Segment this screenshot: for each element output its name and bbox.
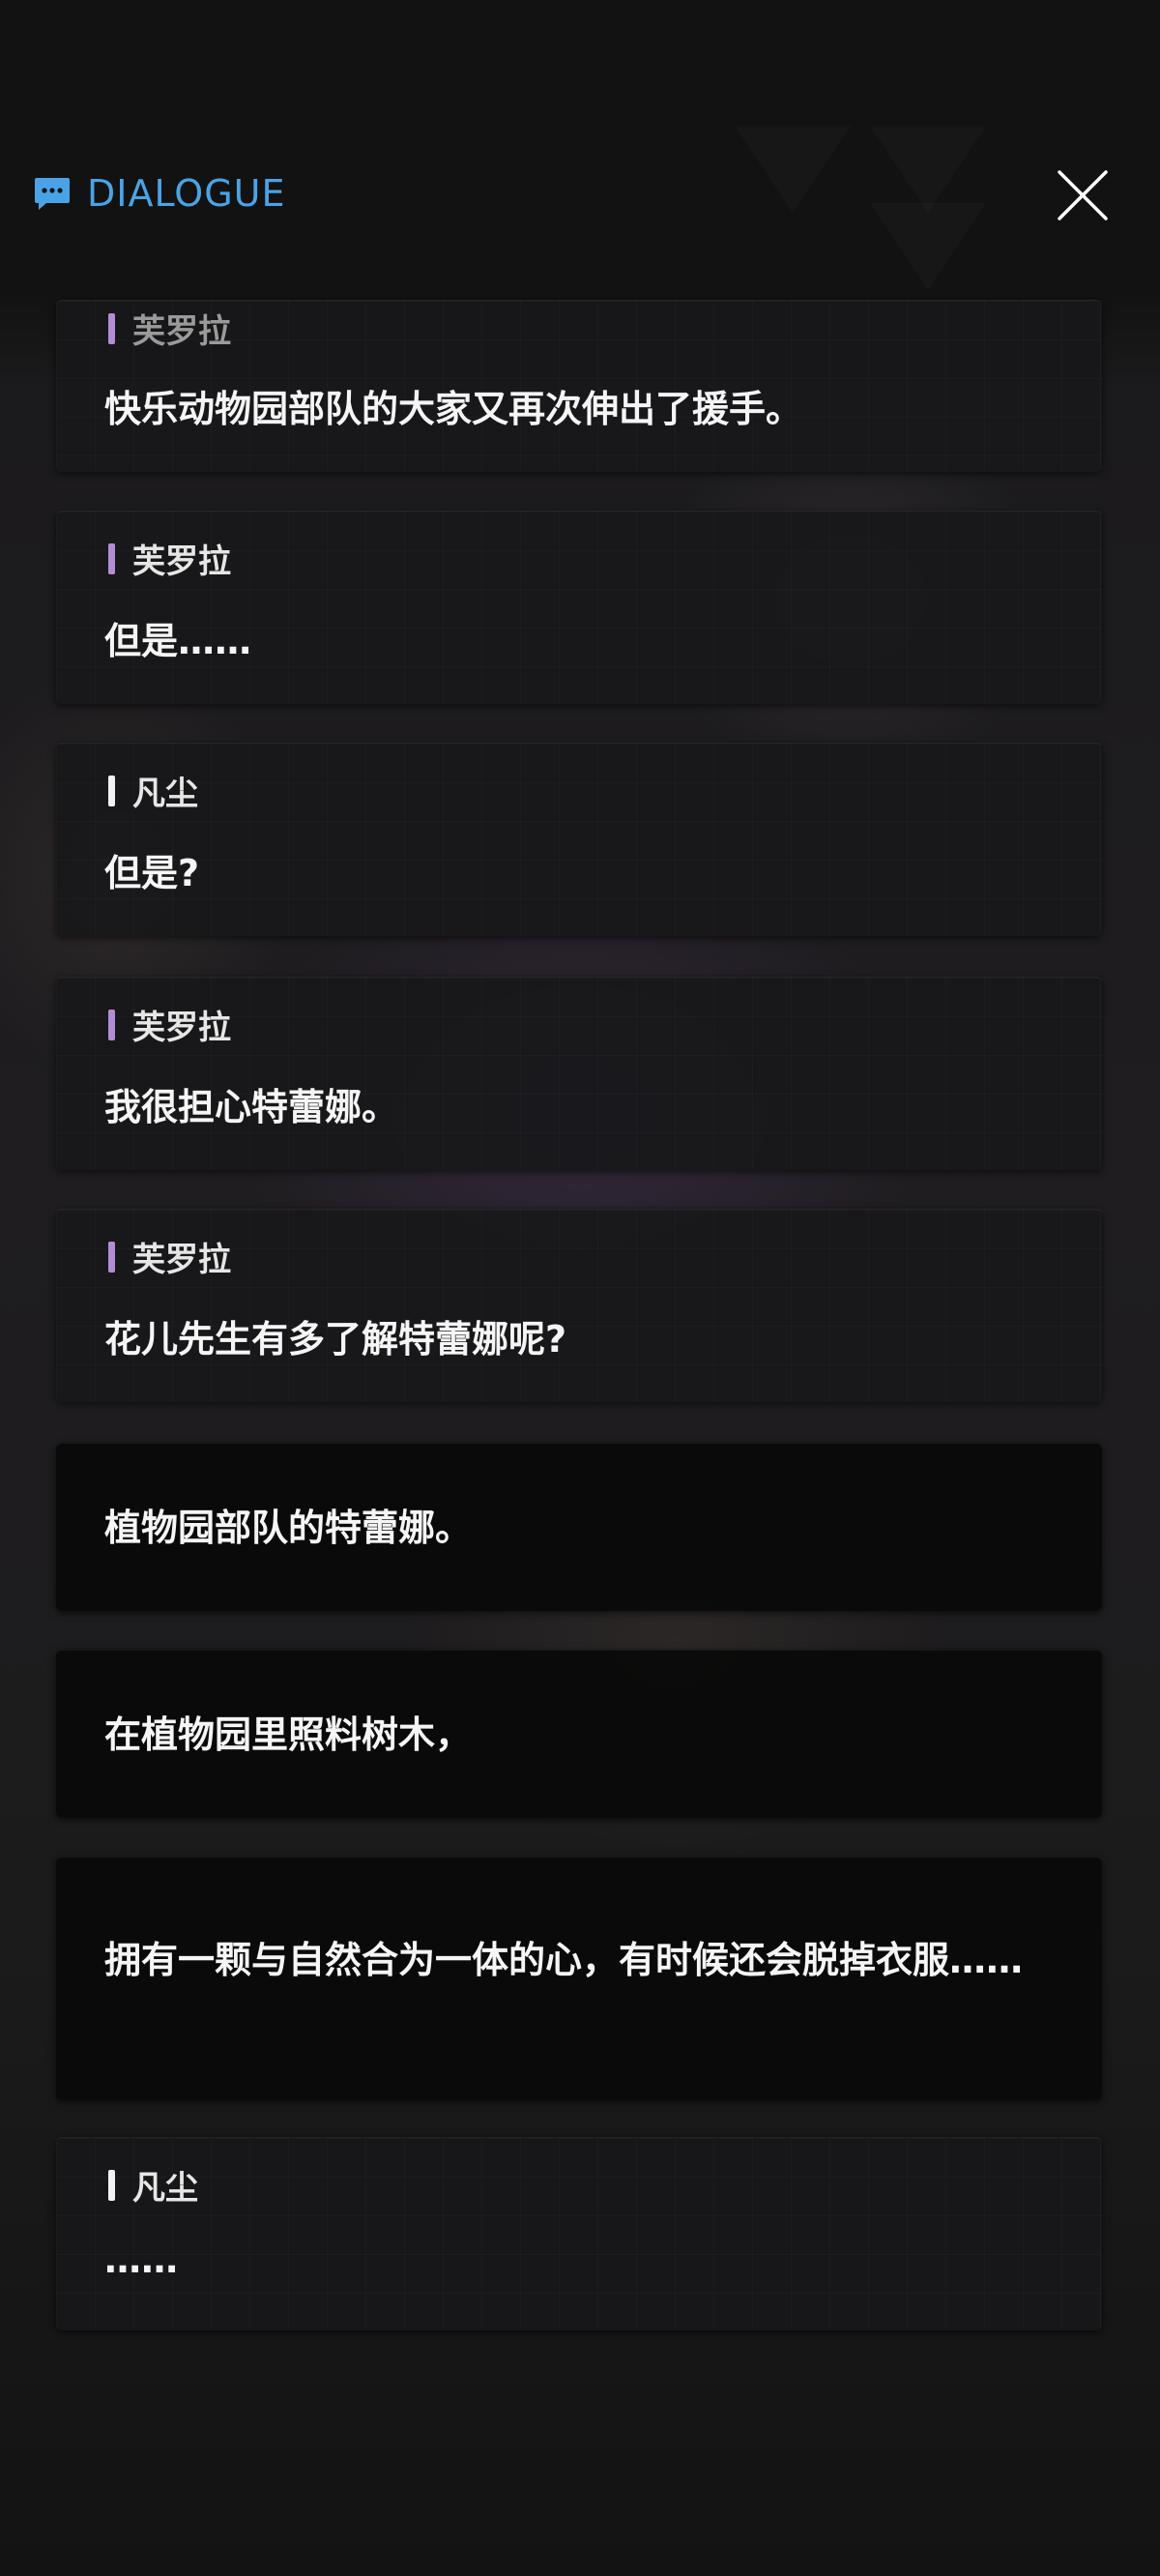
narration-line: 在植物园里照料树木， [104, 1713, 473, 1756]
dialogue-line: 我很担心特蕾娜。 [104, 1086, 399, 1128]
speaker-color-bar [108, 542, 115, 574]
speaker-name: 凡尘 [108, 2161, 198, 2209]
speaker-name: 芙罗拉 [108, 1233, 231, 1280]
speaker-name: 芙罗拉 [108, 1001, 231, 1048]
dialogue-title: DIALOGUE [87, 172, 286, 215]
speaker-color-bar [108, 775, 115, 806]
background-triangle-decoration [870, 203, 986, 290]
dialogue-line: …… [104, 2239, 178, 2281]
speaker-name: 芙罗拉 [108, 535, 231, 582]
chat-bubble-icon [35, 178, 70, 210]
dialogue-line: 但是? [104, 852, 200, 894]
speaker-color-bar [108, 2169, 115, 2201]
speaker-name: 芙罗拉 [108, 305, 231, 352]
speaker-color-bar [108, 312, 115, 344]
narration-entry: 植物园部队的特蕾娜。 [56, 1443, 1102, 1611]
dialogue-entry: 芙罗拉 但是…… [56, 511, 1102, 704]
close-icon[interactable] [1056, 168, 1110, 222]
dialogue-entry: 芙罗拉 我很担心特蕾娜。 [56, 977, 1102, 1170]
speaker-label: 芙罗拉 [132, 542, 231, 581]
dialogue-entry: 芙罗拉 花儿先生有多了解特蕾娜呢? [56, 1209, 1102, 1402]
narration-entry: 拥有一颗与自然合为一体的心，有时候还会脱掉衣服…… [56, 1857, 1102, 2100]
speaker-color-bar [108, 1241, 115, 1273]
dialogue-line: 花儿先生有多了解特蕾娜呢? [104, 1318, 567, 1361]
speaker-label: 芙罗拉 [132, 1241, 231, 1279]
speaker-label: 凡尘 [132, 2169, 198, 2208]
dialogue-entry: 芙罗拉 快乐动物园部队的大家又再次伸出了援手。 [56, 300, 1102, 472]
dialogue-line: 但是…… [104, 620, 252, 662]
narration-line: 植物园部队的特蕾娜。 [104, 1507, 473, 1549]
dialogue-header: DIALOGUE [33, 168, 285, 219]
speaker-label: 芙罗拉 [132, 312, 231, 351]
speaker-name: 凡尘 [108, 767, 198, 814]
narration-entry: 在植物园里照料树木， [56, 1650, 1102, 1818]
dialogue-entry: 凡尘 但是? [56, 743, 1102, 936]
dialogue-entry: 凡尘 …… [56, 2137, 1102, 2330]
speaker-label: 芙罗拉 [132, 1009, 231, 1047]
speaker-color-bar [108, 1009, 115, 1040]
narration-line: 拥有一颗与自然合为一体的心，有时候还会脱掉衣服…… [104, 1939, 1024, 1981]
speaker-label: 凡尘 [132, 775, 198, 813]
dialogue-line: 快乐动物园部队的大家又再次伸出了援手。 [104, 388, 803, 430]
background-triangle-decoration [735, 126, 851, 213]
background-triangle-decoration [870, 126, 986, 213]
